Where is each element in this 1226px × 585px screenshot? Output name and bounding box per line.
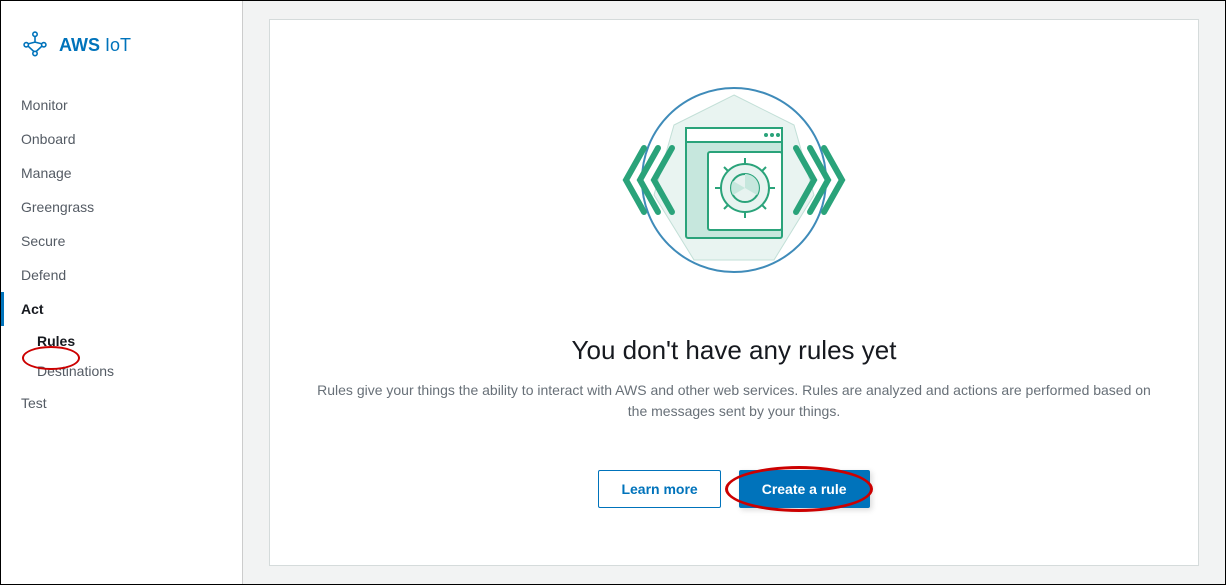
main-content: You don't have any rules yet Rules give … xyxy=(243,1,1225,584)
logo-text: AWS IoT xyxy=(59,35,131,56)
rules-illustration-icon xyxy=(614,80,854,285)
sidebar-item-manage[interactable]: Manage xyxy=(1,156,242,190)
sidebar: AWS IoT Monitor Onboard Manage Greengras… xyxy=(1,1,243,584)
empty-state-title: You don't have any rules yet xyxy=(572,335,897,366)
empty-state-buttons: Learn more Create a rule xyxy=(598,470,869,508)
sidebar-item-onboard[interactable]: Onboard xyxy=(1,122,242,156)
sidebar-subitem-rules[interactable]: Rules xyxy=(1,326,242,356)
sidebar-item-greengrass[interactable]: Greengrass xyxy=(1,190,242,224)
sidebar-item-defend[interactable]: Defend xyxy=(1,258,242,292)
rules-empty-panel: You don't have any rules yet Rules give … xyxy=(269,19,1199,566)
aws-iot-logo-icon xyxy=(21,29,49,62)
sidebar-item-test[interactable]: Test xyxy=(1,386,242,420)
sidebar-subitem-destinations[interactable]: Destinations xyxy=(1,356,242,386)
sidebar-nav: Monitor Onboard Manage Greengrass Secure… xyxy=(1,88,242,420)
learn-more-button[interactable]: Learn more xyxy=(598,470,720,508)
sidebar-item-monitor[interactable]: Monitor xyxy=(1,88,242,122)
logo[interactable]: AWS IoT xyxy=(1,19,242,88)
sidebar-item-act[interactable]: Act xyxy=(1,292,242,326)
empty-state-description: Rules give your things the ability to in… xyxy=(314,380,1154,422)
sidebar-item-secure[interactable]: Secure xyxy=(1,224,242,258)
create-rule-button[interactable]: Create a rule xyxy=(739,470,870,508)
